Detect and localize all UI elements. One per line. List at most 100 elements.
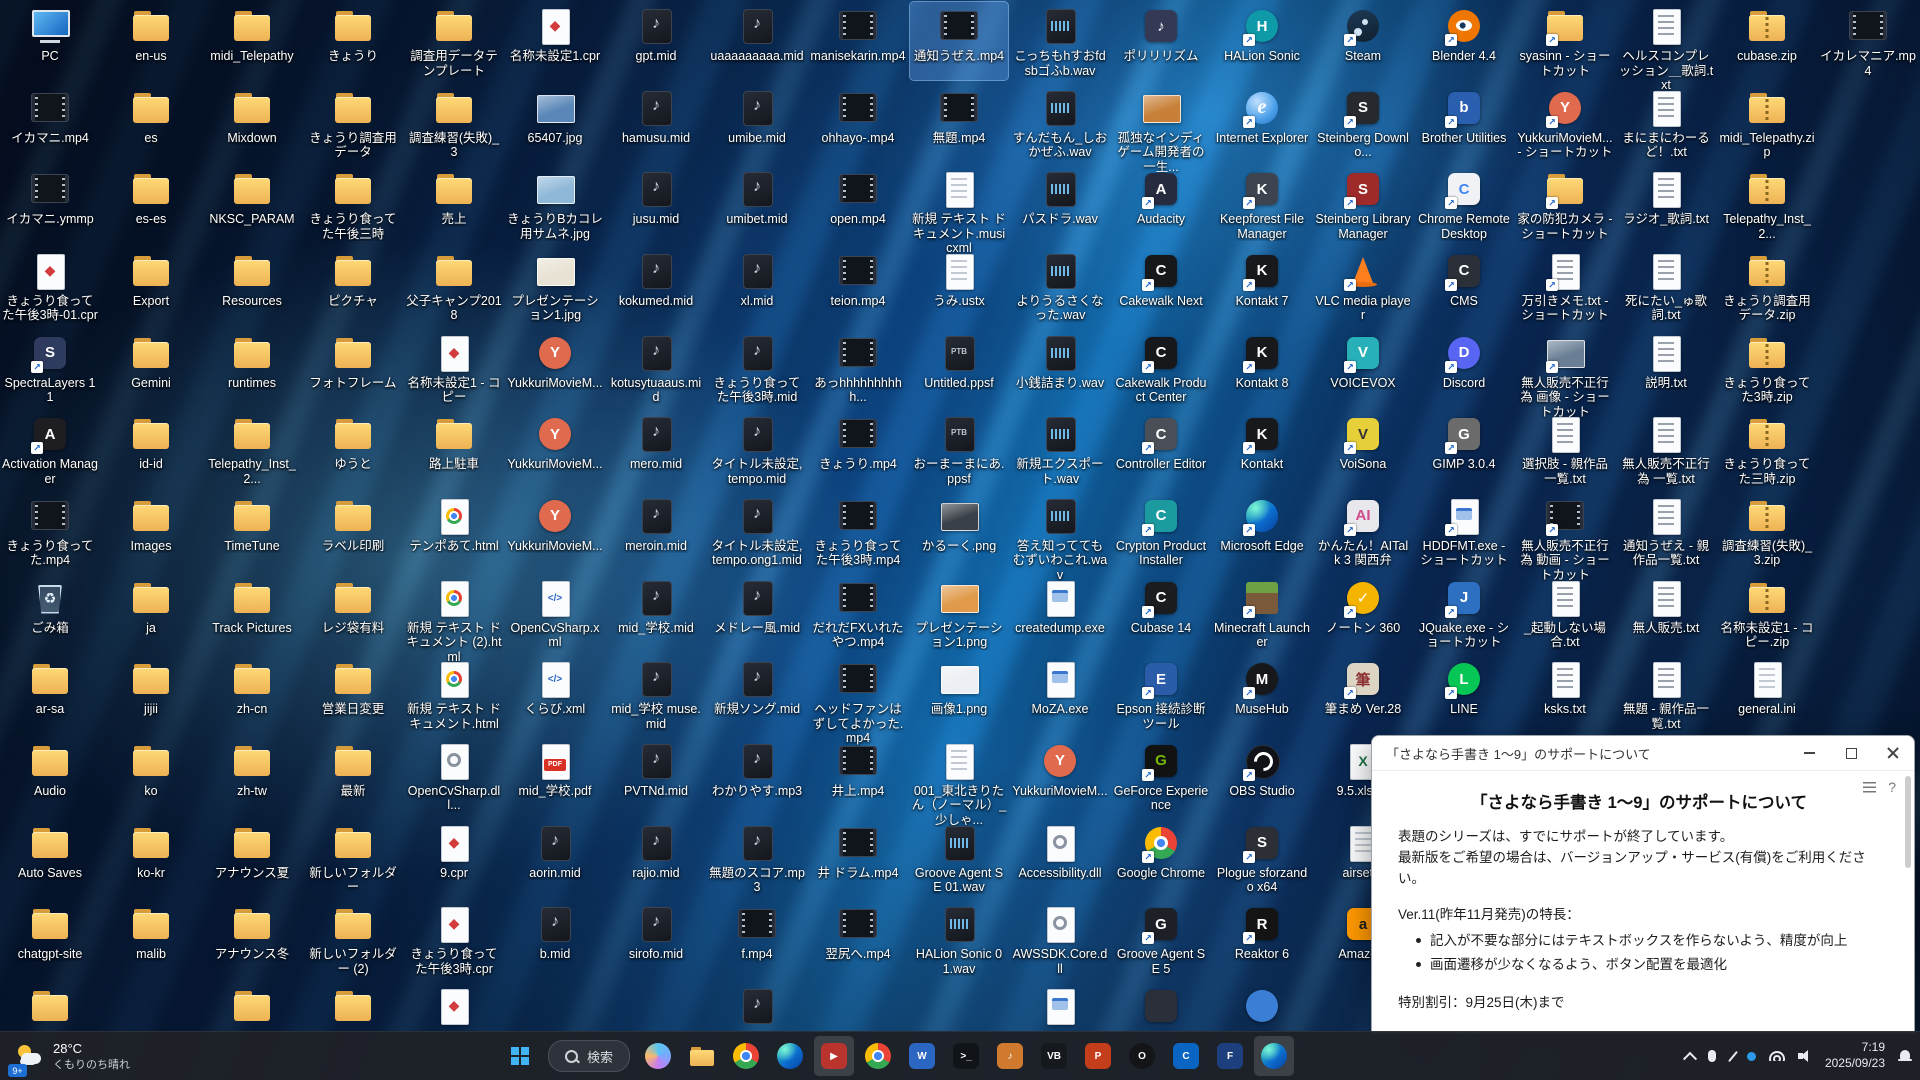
desktop-icon[interactable]: 無人販売不正行為 一覧.txt <box>1617 410 1715 488</box>
desktop-icon[interactable]: Mixdown <box>203 84 301 162</box>
terminal-button[interactable]: >_ <box>946 1036 986 1076</box>
desktop-icon[interactable]: xl.mid <box>708 247 806 325</box>
maximize-button[interactable] <box>1830 736 1872 770</box>
desktop-icon[interactable]: cubase.zip <box>1718 2 1816 80</box>
desktop-icon[interactable]: ✓ノートン 360 <box>1314 574 1412 652</box>
desktop-icon[interactable]: OpenCvSharp.dll... <box>405 737 503 815</box>
desktop-icon[interactable]: KKontakt <box>1213 410 1311 488</box>
desktop-icon[interactable]: メドレー風.mid <box>708 574 806 652</box>
desktop-icon[interactable]: 調査用データテンプレート <box>405 2 503 80</box>
desktop-icon[interactable]: 新規 テキスト ドキュメント.html <box>405 655 503 733</box>
desktop-icon[interactable]: Audio <box>1 737 99 815</box>
desktop-icon[interactable]: きょうり <box>304 2 402 80</box>
desktop-icon[interactable]: よりうるさくなった.wav <box>1011 247 1109 325</box>
desktop-icon[interactable]: こっちもhすおfdsbゴふb.wav <box>1011 2 1109 80</box>
desktop-icon[interactable]: ksks.txt <box>1516 655 1614 733</box>
desktop-icon[interactable]: まにまにわーるど！.txt <box>1617 84 1715 162</box>
desktop-icon[interactable]: CCubase 14 <box>1112 574 1210 652</box>
dialog-scrollbar[interactable] <box>1905 776 1911 868</box>
desktop-icon[interactable]: 万引きメモ.txt - ショートカット <box>1516 247 1614 325</box>
desktop-icon[interactable]: CChrome Remote Desktop <box>1415 165 1513 243</box>
desktop-icon[interactable]: 井上.mp4 <box>809 737 907 815</box>
desktop-icon[interactable]: ko <box>102 737 200 815</box>
desktop-icon[interactable]: createdump.exe <box>1011 574 1109 652</box>
desktop-icon[interactable]: 通知うぜえ.mp4 <box>910 2 1008 80</box>
clock[interactable]: 7:19 2025/09/23 <box>1825 1040 1885 1071</box>
chrome-button[interactable] <box>726 1036 766 1076</box>
desktop-icon[interactable]: mid_学校.pdf <box>506 737 604 815</box>
desktop-icon[interactable]: レジ袋有料 <box>304 574 402 652</box>
desktop-icon[interactable]: MoZA.exe <box>1011 655 1109 733</box>
desktop-icon[interactable]: きょうり食ってた午後3時-01.cpr <box>1 247 99 325</box>
desktop-icon[interactable]: 新規エクスポート.wav <box>1011 410 1109 488</box>
notification-bell-icon[interactable] <box>1898 1050 1912 1063</box>
desktop-icon[interactable]: chatgpt-site <box>1 900 99 978</box>
desktop-icon[interactable]: TimeTune <box>203 492 301 570</box>
desktop-icon[interactable]: 営業日変更 <box>304 655 402 733</box>
bluetooth-icon[interactable] <box>1747 1052 1756 1061</box>
desktop-icon[interactable]: zh-tw <box>203 737 301 815</box>
document-app-button[interactable]: W <box>902 1036 942 1076</box>
desktop-icon[interactable]: midi_Telepathy.zip <box>1718 84 1816 162</box>
desktop-icon[interactable]: SSteinberg Library Manager <box>1314 165 1412 243</box>
desktop-icon[interactable]: AActivation Manager <box>1 410 99 488</box>
desktop-icon[interactable]: 新しいフォルダー <box>304 819 402 897</box>
desktop-icon[interactable]: midi_Telepathy <box>203 2 301 80</box>
desktop-icon[interactable]: PC <box>1 2 99 80</box>
desktop-icon[interactable]: f.mp4 <box>708 900 806 978</box>
desktop-icon[interactable]: YYukkuriMovieM... - ショートカット <box>1516 84 1614 162</box>
desktop-icon[interactable]: EEpson 接続診断ツール <box>1112 655 1210 733</box>
desktop-icon[interactable]: Export <box>102 247 200 325</box>
desktop-icon[interactable]: 最新 <box>304 737 402 815</box>
desktop-icon[interactable]: Resources <box>203 247 301 325</box>
files-app-button[interactable]: F <box>1210 1036 1250 1076</box>
desktop-icon[interactable]: umibet.mid <box>708 165 806 243</box>
desktop-icon[interactable]: 新規ソング.mid <box>708 655 806 733</box>
desktop-icon[interactable]: 答え知っててもむずいわこれ.wav <box>1011 492 1109 583</box>
desktop-icon[interactable]: ゆうと <box>304 410 402 488</box>
desktop-icon[interactable]: すんだもん_しおかぜふ.wav <box>1011 84 1109 162</box>
desktop-icon[interactable]: bBrother Utilities <box>1415 84 1513 162</box>
desktop-icon[interactable]: JJQuake.exe - ショートカット <box>1415 574 1513 652</box>
desktop-icon[interactable]: きょうり調査用データ <box>304 84 402 162</box>
desktop-icon[interactable]: kokumed.mid <box>607 247 705 325</box>
desktop-icon[interactable]: mid_学校.mid <box>607 574 705 652</box>
copilot-button[interactable] <box>638 1036 678 1076</box>
desktop-icon[interactable]: GGroove Agent SE 5 <box>1112 900 1210 978</box>
desktop-icon[interactable]: 調査練習(失敗)_3 <box>405 84 503 162</box>
desktop-icon[interactable]: フォトフレーム <box>304 329 402 407</box>
desktop-icon[interactable]: 調査練習(失敗)_3.zip <box>1718 492 1816 570</box>
wifi-icon[interactable] <box>1769 1051 1785 1061</box>
desktop-icon[interactable]: Blender 4.4 <box>1415 2 1513 80</box>
edge-active-button[interactable] <box>1254 1036 1294 1076</box>
desktop-icon[interactable]: SSteinberg Downlo... <box>1314 84 1412 162</box>
desktop-icon[interactable]: 小銭詰まり.wav <box>1011 329 1109 407</box>
desktop-icon[interactable]: open.mp4 <box>809 165 907 243</box>
desktop-icon[interactable]: KKeepforest File Manager <box>1213 165 1311 243</box>
desktop-icon[interactable]: teion.mp4 <box>809 247 907 325</box>
desktop-icon[interactable]: ar-sa <box>1 655 99 733</box>
desktop-icon[interactable]: manisekarin.mp4 <box>809 2 907 80</box>
desktop-icon[interactable]: PVTNd.mid <box>607 737 705 815</box>
edge-button[interactable] <box>770 1036 810 1076</box>
volume-icon[interactable] <box>1798 1050 1812 1062</box>
vb-audio-button[interactable]: VB <box>1034 1036 1074 1076</box>
desktop-icon[interactable]: syasinn - ショートカット <box>1516 2 1614 80</box>
desktop-icon[interactable]: id-id <box>102 410 200 488</box>
desktop-icon[interactable]: ラベル印刷 <box>304 492 402 570</box>
desktop-icon[interactable]: jusu.mid <box>607 165 705 243</box>
desktop-icon[interactable]: CCrypton Product Installer <box>1112 492 1210 570</box>
desktop-icon[interactable]: アナウンス夏 <box>203 819 301 897</box>
dialog-titlebar[interactable]: 「さよなら手書き 1〜9」のサポートについて <box>1372 736 1914 771</box>
desktop-icon[interactable]: runtimes <box>203 329 301 407</box>
desktop-icon[interactable]: 家の防犯カメラ - ショートカット <box>1516 165 1614 243</box>
desktop-icon[interactable]: ごみ箱 <box>1 574 99 652</box>
weather-widget[interactable]: 9+ 28°C くもりのち晴れ <box>8 1032 138 1080</box>
desktop-icon[interactable]: イカレマニア.mp4 <box>1819 2 1917 80</box>
desktop-icon[interactable]: きょうり調査用データ.zip <box>1718 247 1816 325</box>
desktop-icon[interactable]: イカマニ.mp4 <box>1 84 99 162</box>
desktop-icon[interactable]: HHALion Sonic <box>1213 2 1311 80</box>
desktop-icon[interactable]: うみ.ustx <box>910 247 1008 325</box>
desktop-icon[interactable]: アナウンス冬 <box>203 900 301 978</box>
desktop-icon[interactable]: Groove Agent SE 01.wav <box>910 819 1008 897</box>
